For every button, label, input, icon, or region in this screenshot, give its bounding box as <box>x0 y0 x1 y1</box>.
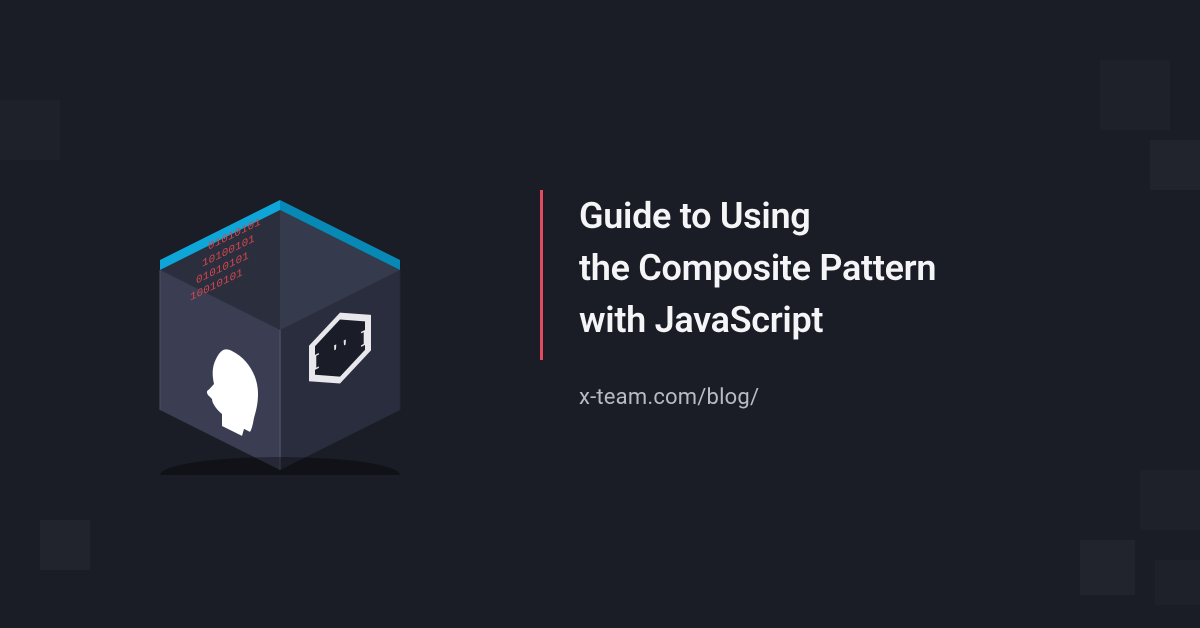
page-title: Guide to Using the Composite Pattern wit… <box>579 190 936 347</box>
site-url: x-team.com/blog/ <box>579 385 936 410</box>
title-line: with JavaScript <box>579 294 936 346</box>
text-block: Guide to Using the Composite Pattern wit… <box>540 190 936 410</box>
cube-illustration: 01010101 10100101 01010101 10010101 [ ''… <box>130 175 430 475</box>
title-line: Guide to Using <box>579 190 936 242</box>
accent-divider <box>540 190 543 360</box>
title-line: the Composite Pattern <box>579 242 936 294</box>
